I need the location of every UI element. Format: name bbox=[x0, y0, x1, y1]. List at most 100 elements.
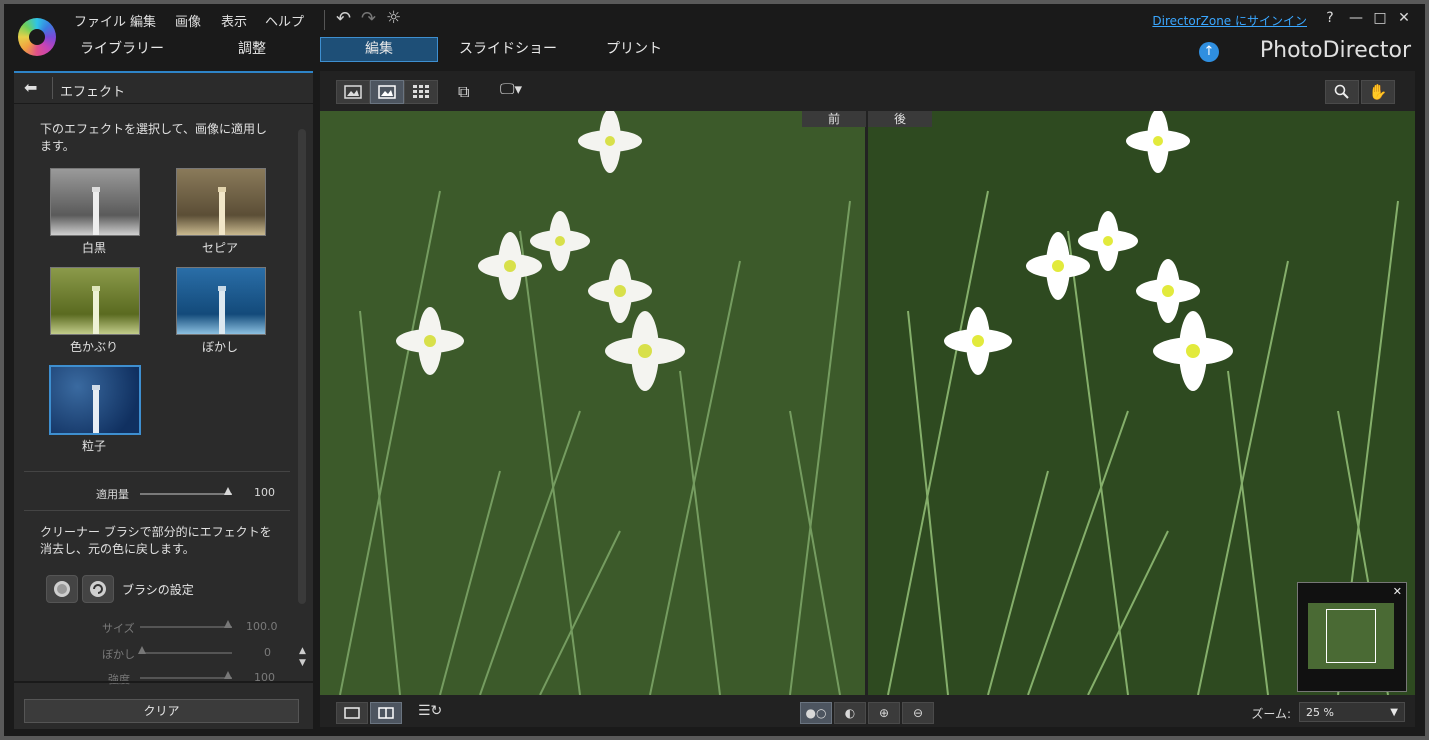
before-label: 前 bbox=[802, 111, 866, 127]
before-photo[interactable] bbox=[320, 111, 865, 695]
navigator-close-icon[interactable]: ✕ bbox=[1393, 585, 1402, 598]
tab-edit[interactable]: 編集 bbox=[320, 37, 438, 62]
menu-help[interactable]: ヘルプ bbox=[265, 11, 304, 30]
effect-label-sepia: セピア bbox=[201, 241, 238, 255]
brush-blur-label: ぼかし bbox=[102, 648, 135, 661]
compare-half-button[interactable]: ◐ bbox=[834, 702, 866, 724]
brush-size-label: サイズ bbox=[102, 622, 135, 635]
upload-icon[interactable]: ↑ bbox=[1199, 42, 1219, 62]
section-divider bbox=[24, 510, 290, 511]
brush-size-thumb[interactable] bbox=[224, 620, 232, 628]
app-window: ファイル 編集 画像 表示 ヘルプ ↶ ↷ ☼ DirectorZone にサイ… bbox=[4, 4, 1425, 736]
chevron-down-icon: ▼ bbox=[1390, 707, 1398, 718]
navigator-panel[interactable]: ✕ bbox=[1297, 582, 1407, 692]
header-divider bbox=[52, 77, 53, 99]
minimize-icon[interactable]: — bbox=[1347, 10, 1365, 26]
effect-thumb-grain[interactable] bbox=[49, 365, 141, 435]
landscape-icon bbox=[378, 85, 396, 99]
redo-icon[interactable]: ↷ bbox=[361, 8, 376, 29]
effect-label-grain: 粒子 bbox=[81, 439, 106, 453]
tab-library[interactable]: ライブラリー bbox=[64, 37, 180, 62]
lighthouse-image bbox=[92, 286, 100, 334]
effects-panel: ⬅ エフェクト 下のエフェクトを選択して、画像に適用します。 白黒 セピア 色か… bbox=[14, 71, 313, 729]
effect-label-bw: 白黒 bbox=[81, 241, 106, 255]
settings-gear-icon[interactable]: ☼ bbox=[386, 8, 401, 28]
undo-brush-icon bbox=[90, 581, 106, 597]
single-frame-icon bbox=[344, 707, 360, 719]
vertical-split-icon: ⊖ bbox=[912, 706, 924, 720]
history-icon[interactable]: ☰↻ bbox=[418, 703, 442, 719]
split-frame-icon bbox=[378, 707, 394, 719]
effect-thumb-bw[interactable] bbox=[50, 168, 140, 236]
brush-blur-slider[interactable] bbox=[140, 652, 232, 654]
photodirector-logo-icon bbox=[18, 18, 56, 56]
brush-size-slider[interactable] bbox=[140, 626, 232, 628]
menu-edit[interactable]: 編集 bbox=[130, 11, 156, 30]
effects-description: 下のエフェクトを選択して、画像に適用します。 bbox=[40, 122, 268, 153]
magnifier-icon bbox=[1334, 84, 1349, 99]
compare-view-button[interactable] bbox=[370, 80, 404, 104]
scroll-arrows-icon[interactable]: ▲ ▼ bbox=[299, 645, 306, 669]
cleaner-brush-button[interactable] bbox=[46, 575, 78, 603]
rotate-icon[interactable]: ⧉ bbox=[458, 82, 469, 102]
split-display-button[interactable] bbox=[370, 702, 402, 724]
compare-horizontal-button[interactable]: ⊕ bbox=[868, 702, 900, 724]
brush-blur-value: 0 bbox=[264, 646, 271, 659]
panel-header: ⬅ エフェクト bbox=[14, 73, 313, 104]
panel-bottom-divider bbox=[14, 681, 313, 683]
amount-slider-thumb[interactable] bbox=[224, 487, 232, 495]
maximize-icon[interactable]: □ bbox=[1371, 10, 1389, 26]
back-arrow-icon[interactable]: ⬅ bbox=[24, 79, 48, 97]
cleaner-description: クリーナー ブラシで部分的にエフェクトを消去し、元の色に戻します。 bbox=[40, 525, 272, 556]
amount-slider[interactable] bbox=[140, 493, 232, 495]
menu-file[interactable]: ファイル bbox=[74, 11, 126, 30]
lighthouse-image bbox=[92, 385, 100, 433]
effect-thumb-blur[interactable] bbox=[176, 267, 266, 335]
compare-vertical-button[interactable]: ⊖ bbox=[902, 702, 934, 724]
hand-icon: ✋ bbox=[1368, 83, 1388, 101]
amount-value: 100 bbox=[254, 486, 275, 499]
restore-brush-button[interactable] bbox=[82, 575, 114, 603]
lighthouse-image bbox=[218, 286, 226, 334]
tab-print[interactable]: プリント bbox=[576, 37, 692, 62]
brush-strength-slider[interactable] bbox=[140, 677, 232, 679]
zoom-select[interactable]: 25 % ▼ bbox=[1299, 702, 1405, 722]
single-photo-icon bbox=[344, 85, 362, 99]
brand-title: PhotoDirector bbox=[1259, 38, 1411, 63]
undo-icon[interactable]: ↶ bbox=[336, 8, 351, 29]
tab-adjust[interactable]: 調整 bbox=[194, 37, 310, 62]
brush-size-value: 100.0 bbox=[246, 620, 278, 633]
photo-viewer: ⧉ 🖵▾ ✋ 前 後 ✕ ☰↻ ●○ ◐ ⊕ ⊖ ズーム: 25 % ▼ bbox=[320, 71, 1415, 727]
grid-view-button[interactable] bbox=[404, 80, 438, 104]
menu-view[interactable]: 表示 bbox=[221, 11, 247, 30]
effect-thumb-sepia[interactable] bbox=[176, 168, 266, 236]
brush-strength-label: 強度 bbox=[108, 673, 130, 686]
zoom-value: 25 % bbox=[1306, 706, 1334, 719]
grid-icon bbox=[413, 85, 429, 98]
help-icon[interactable]: ? bbox=[1321, 10, 1339, 26]
effect-label-blur: ぼかし bbox=[201, 340, 238, 354]
after-label: 後 bbox=[868, 111, 932, 127]
menu-image[interactable]: 画像 bbox=[175, 11, 201, 30]
navigator-viewport[interactable] bbox=[1326, 609, 1376, 663]
zoom-label: ズーム: bbox=[1251, 707, 1291, 721]
lighthouse-image bbox=[92, 187, 100, 235]
menu-divider bbox=[324, 10, 325, 30]
half-circle-icon: ◐ bbox=[844, 706, 856, 720]
brush-dots-icon bbox=[54, 581, 70, 597]
compare-side-button[interactable]: ●○ bbox=[800, 702, 832, 724]
brush-strength-thumb[interactable] bbox=[224, 671, 232, 679]
clear-button[interactable]: クリア bbox=[24, 699, 299, 723]
zoom-tool-button[interactable] bbox=[1325, 80, 1359, 104]
brush-blur-thumb[interactable] bbox=[138, 646, 146, 654]
single-view-button[interactable] bbox=[336, 80, 370, 104]
effect-label-colorcast: 色かぶり bbox=[69, 340, 118, 354]
tab-slideshow[interactable]: スライドショー bbox=[450, 37, 566, 62]
panel-scrollbar[interactable] bbox=[298, 129, 306, 604]
close-icon[interactable]: ✕ bbox=[1395, 10, 1413, 26]
display-monitor-icon[interactable]: 🖵▾ bbox=[500, 80, 522, 98]
effect-thumb-colorcast[interactable] bbox=[50, 267, 140, 335]
directorzone-signin-link[interactable]: DirectorZone にサインイン bbox=[1152, 12, 1307, 29]
single-display-button[interactable] bbox=[336, 702, 368, 724]
hand-tool-button[interactable]: ✋ bbox=[1361, 80, 1395, 104]
